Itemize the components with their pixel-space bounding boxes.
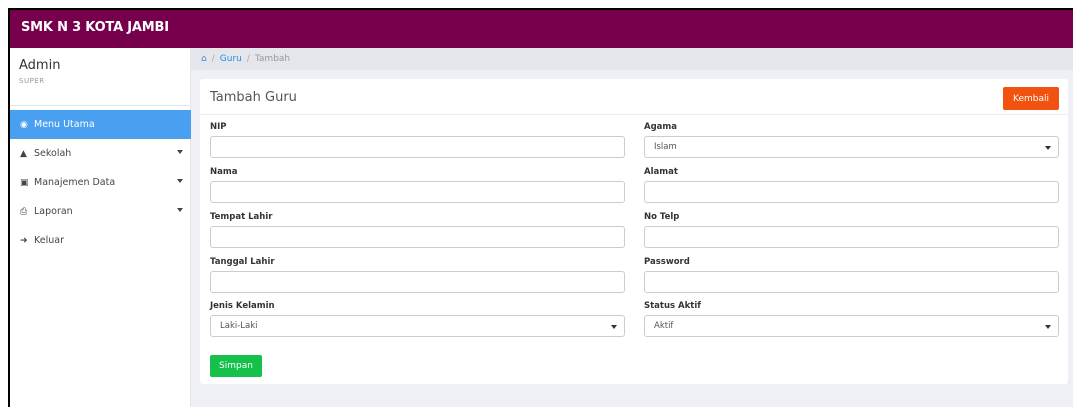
caret-down-icon	[1045, 325, 1051, 329]
app-window: SMK N 3 KOTA JAMBI Admin SUPER ◉ Menu Ut…	[8, 8, 1073, 407]
breadcrumb-separator: /	[211, 54, 215, 64]
nama-input[interactable]	[210, 181, 625, 203]
back-button[interactable]: Kembali	[1003, 87, 1059, 110]
sidebar-item-label: Laporan	[34, 206, 73, 217]
sidebar-menu: ◉ Menu Utama ▲ Sekolah ▣ Manajemen Data …	[10, 110, 191, 255]
screen: SMK N 3 KOTA JAMBI Admin SUPER ◉ Menu Ut…	[0, 0, 1075, 409]
page-title: Tambah Guru	[210, 90, 297, 105]
dashboard-icon: ◉	[20, 119, 28, 130]
nip-input[interactable]	[210, 136, 625, 158]
main-content: ⌂ / Guru / Tambah Tambah Guru Kembali NI…	[191, 48, 1073, 407]
sidebar-item-label: Manajemen Data	[34, 177, 116, 188]
status-aktif-label: Status Aktif	[644, 301, 701, 311]
no-telp-group: No Telp	[644, 212, 1059, 248]
nama-label: Nama	[210, 167, 238, 177]
tanggal-lahir-label: Tanggal Lahir	[210, 257, 275, 267]
tempat-lahir-label: Tempat Lahir	[210, 212, 273, 222]
sidebar-item-laporan[interactable]: ⎙ Laporan	[10, 197, 191, 226]
status-aktif-group: Status Aktif Aktif	[644, 301, 1059, 337]
agama-select[interactable]: Islam	[644, 136, 1059, 158]
password-input[interactable]	[644, 271, 1059, 293]
alamat-label: Alamat	[644, 167, 678, 177]
no-telp-input[interactable]	[644, 226, 1059, 248]
tanggal-lahir-group: Tanggal Lahir	[210, 257, 625, 293]
jenis-kelamin-group: Jenis Kelamin Laki-Laki	[210, 301, 625, 337]
form-panel: Tambah Guru Kembali NIP Nama Tempat Lahi…	[200, 79, 1068, 384]
sidebar-item-label: Menu Utama	[34, 119, 95, 130]
database-icon: ▣	[20, 177, 29, 188]
brand-title[interactable]: SMK N 3 KOTA JAMBI	[21, 20, 169, 35]
status-aktif-select[interactable]: Aktif	[644, 315, 1059, 337]
breadcrumb: ⌂ / Guru / Tambah	[191, 48, 1073, 70]
alamat-group: Alamat	[644, 167, 1059, 203]
user-panel: Admin SUPER	[10, 48, 191, 106]
caret-down-icon	[177, 179, 183, 183]
sidebar-item-sekolah[interactable]: ▲ Sekolah	[10, 139, 191, 168]
breadcrumb-separator: /	[246, 54, 250, 64]
caret-down-icon	[611, 325, 617, 329]
agama-value: Islam	[654, 142, 677, 152]
caret-down-icon	[177, 208, 183, 212]
agama-group: Agama Islam	[644, 122, 1059, 158]
save-button[interactable]: Simpan	[210, 355, 262, 377]
agama-label: Agama	[644, 122, 677, 132]
password-label: Password	[644, 257, 690, 267]
print-icon: ⎙	[20, 206, 28, 217]
sidebar: Admin SUPER ◉ Menu Utama ▲ Sekolah ▣ Man…	[10, 48, 191, 407]
sidebar-item-keluar[interactable]: ➜ Keluar	[10, 226, 191, 255]
nama-group: Nama	[210, 167, 625, 203]
user-name: Admin	[19, 58, 61, 73]
tempat-lahir-group: Tempat Lahir	[210, 212, 625, 248]
status-aktif-value: Aktif	[654, 321, 674, 331]
home-icon[interactable]: ⌂	[201, 54, 207, 64]
sidebar-item-manajemen-data[interactable]: ▣ Manajemen Data	[10, 168, 191, 197]
bank-icon: ▲	[20, 148, 27, 159]
alamat-input[interactable]	[644, 181, 1059, 203]
tempat-lahir-input[interactable]	[210, 226, 625, 248]
nip-label: NIP	[210, 122, 227, 132]
caret-down-icon	[1045, 146, 1051, 150]
no-telp-label: No Telp	[644, 212, 680, 222]
nip-group: NIP	[210, 122, 625, 158]
breadcrumb-link-guru[interactable]: Guru	[220, 54, 242, 64]
sign-out-icon: ➜	[20, 235, 28, 246]
sidebar-item-label: Keluar	[34, 235, 64, 246]
breadcrumb-current: Tambah	[254, 54, 291, 64]
top-navbar: SMK N 3 KOTA JAMBI	[10, 10, 1073, 48]
tanggal-lahir-input[interactable]	[210, 271, 625, 293]
user-role: SUPER	[19, 77, 45, 85]
jenis-kelamin-value: Laki-Laki	[220, 321, 258, 331]
password-group: Password	[644, 257, 1059, 293]
sidebar-item-label: Sekolah	[34, 148, 72, 159]
caret-down-icon	[177, 150, 183, 154]
jenis-kelamin-label: Jenis Kelamin	[210, 301, 275, 311]
sidebar-item-menu-utama[interactable]: ◉ Menu Utama	[10, 110, 191, 139]
jenis-kelamin-select[interactable]: Laki-Laki	[210, 315, 625, 337]
panel-header: Tambah Guru Kembali	[200, 79, 1068, 115]
